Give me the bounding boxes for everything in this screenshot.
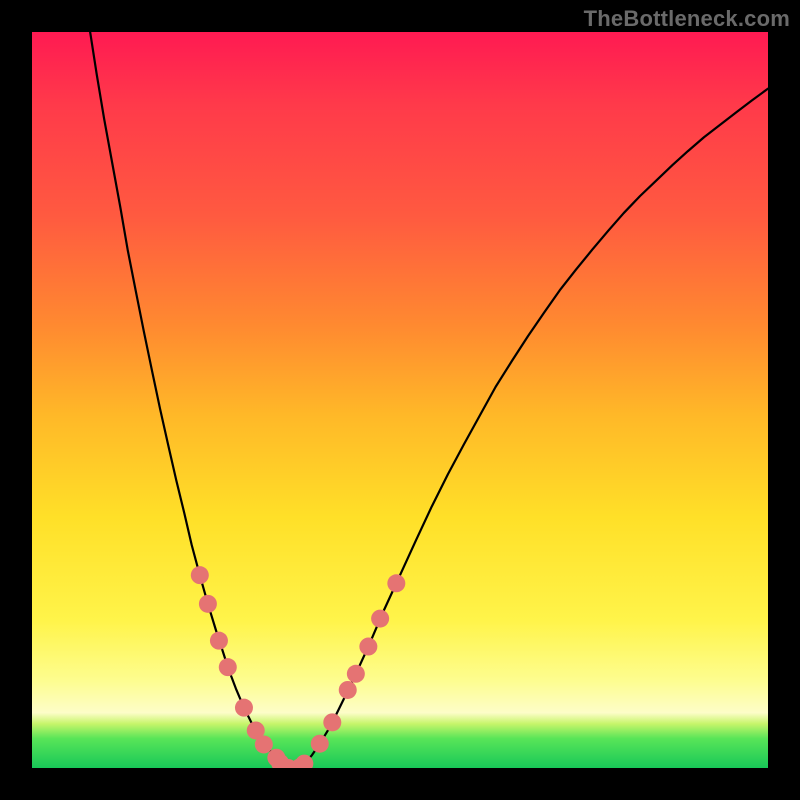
- right-branch-markers: [295, 574, 405, 768]
- data-marker: [387, 574, 405, 592]
- data-marker: [347, 665, 365, 683]
- watermark-text: TheBottleneck.com: [584, 6, 790, 32]
- data-marker: [311, 735, 329, 753]
- chart-svg: [32, 32, 768, 768]
- data-marker: [210, 632, 228, 650]
- bottleneck-curve: [90, 32, 768, 768]
- data-marker: [255, 735, 273, 753]
- plot-area: [32, 32, 768, 768]
- data-marker: [359, 638, 377, 656]
- data-marker: [235, 699, 253, 717]
- data-marker: [371, 610, 389, 628]
- data-marker: [199, 595, 217, 613]
- data-marker: [339, 681, 357, 699]
- chart-frame: TheBottleneck.com: [0, 0, 800, 800]
- data-marker: [219, 658, 237, 676]
- data-marker: [191, 566, 209, 584]
- data-marker: [323, 713, 341, 731]
- left-branch-markers: [191, 566, 309, 768]
